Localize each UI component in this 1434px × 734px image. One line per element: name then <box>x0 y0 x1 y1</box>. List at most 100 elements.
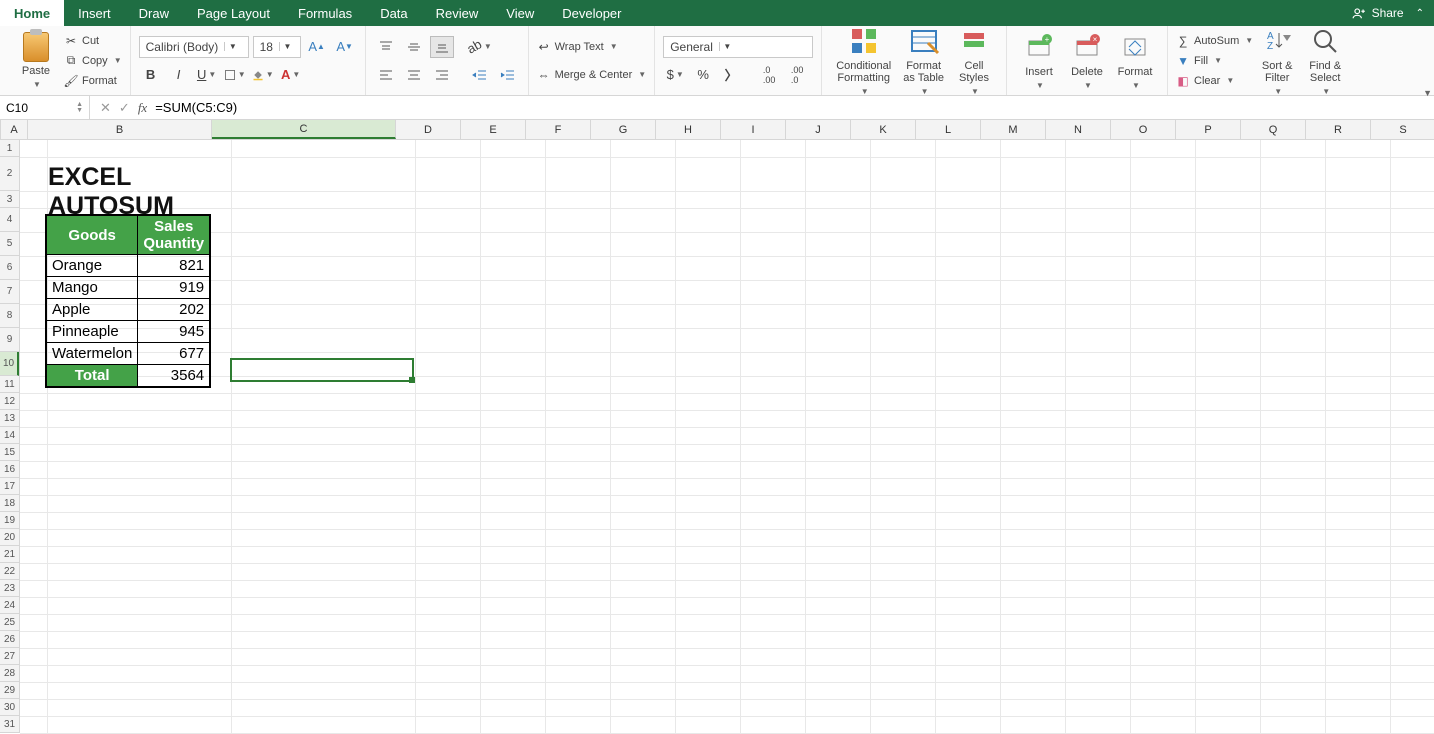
row-header-31[interactable]: 31 <box>0 716 19 733</box>
formula-input[interactable]: =SUM(C5:C9) <box>155 100 237 115</box>
sort-filter-button[interactable]: AZ Sort & Filter▼ <box>1253 23 1301 98</box>
col-header-R[interactable]: R <box>1306 120 1371 139</box>
tab-formulas[interactable]: Formulas <box>284 0 366 26</box>
wrap-text-button[interactable]: ↩Wrap Text▼ <box>537 38 647 56</box>
find-select-button[interactable]: Find & Select▼ <box>1301 23 1349 98</box>
col-header-O[interactable]: O <box>1111 120 1176 139</box>
row-header-17[interactable]: 17 <box>0 478 19 495</box>
row-header-29[interactable]: 29 <box>0 682 19 699</box>
format-painter-button[interactable]: 🖌Format <box>64 72 122 90</box>
autosum-button[interactable]: ∑AutoSum▼ <box>1176 32 1253 50</box>
row-header-26[interactable]: 26 <box>0 631 19 648</box>
merge-center-button[interactable]: ⇔Merge & Center▼ <box>537 66 647 84</box>
fill-button[interactable]: ▼Fill▼ <box>1176 52 1253 70</box>
col-header-I[interactable]: I <box>721 120 786 139</box>
goods-cell[interactable]: Pinneaple <box>46 321 138 343</box>
italic-button[interactable]: I <box>167 64 191 86</box>
row-header-9[interactable]: 9 <box>0 328 19 352</box>
align-bottom-button[interactable] <box>430 36 454 58</box>
cut-button[interactable]: ✂Cut <box>64 32 122 50</box>
tab-data[interactable]: Data <box>366 0 421 26</box>
row-header-8[interactable]: 8 <box>0 304 19 328</box>
tab-draw[interactable]: Draw <box>125 0 183 26</box>
qty-cell[interactable]: 202 <box>138 299 210 321</box>
row-header-6[interactable]: 6 <box>0 256 19 280</box>
row-header-5[interactable]: 5 <box>0 232 19 256</box>
row-header-1[interactable]: 1 <box>0 140 19 157</box>
cells-area[interactable]: EXCEL AUTOSUM Goods Sales Quantity Orang… <box>20 140 1434 733</box>
decrease-indent-button[interactable] <box>468 64 492 86</box>
row-header-27[interactable]: 27 <box>0 648 19 665</box>
col-header-H[interactable]: H <box>656 120 721 139</box>
number-format-combo[interactable]: General▼ <box>663 36 813 58</box>
col-header-G[interactable]: G <box>591 120 656 139</box>
format-cells-button[interactable]: Format▼ <box>1111 29 1159 92</box>
row-header-15[interactable]: 15 <box>0 444 19 461</box>
col-header-N[interactable]: N <box>1046 120 1111 139</box>
orientation-button[interactable]: ab▼ <box>468 36 492 58</box>
col-header-B[interactable]: B <box>28 120 212 139</box>
increase-font-button[interactable]: A▲ <box>305 36 329 58</box>
row-header-20[interactable]: 20 <box>0 529 19 546</box>
row-header-25[interactable]: 25 <box>0 614 19 631</box>
row-header-21[interactable]: 21 <box>0 546 19 563</box>
row-header-14[interactable]: 14 <box>0 427 19 444</box>
col-header-C[interactable]: C <box>212 120 396 139</box>
fill-color-button[interactable]: ▼ <box>251 64 275 86</box>
row-header-30[interactable]: 30 <box>0 699 19 716</box>
row-header-18[interactable]: 18 <box>0 495 19 512</box>
align-right-button[interactable] <box>430 64 454 86</box>
align-left-button[interactable] <box>374 64 398 86</box>
row-header-12[interactable]: 12 <box>0 393 19 410</box>
row-header-4[interactable]: 4 <box>0 208 19 232</box>
row-header-19[interactable]: 19 <box>0 512 19 529</box>
currency-button[interactable]: $▼ <box>663 64 687 86</box>
row-header-10[interactable]: 10 <box>0 352 19 376</box>
font-name-combo[interactable]: Calibri (Body)▼ <box>139 36 249 58</box>
tab-home[interactable]: Home <box>0 0 64 26</box>
format-as-table-button[interactable]: Format as Table▼ <box>897 23 950 98</box>
col-header-P[interactable]: P <box>1176 120 1241 139</box>
align-middle-button[interactable] <box>402 36 426 58</box>
increase-decimal-button[interactable]: .0.00 <box>757 64 781 86</box>
row-header-24[interactable]: 24 <box>0 597 19 614</box>
row-header-7[interactable]: 7 <box>0 280 19 304</box>
col-header-S[interactable]: S <box>1371 120 1434 139</box>
conditional-formatting-button[interactable]: Conditional Formatting▼ <box>830 23 897 98</box>
share-button[interactable]: Share ⌃ <box>1352 0 1424 26</box>
paste-button[interactable]: Paste ▼ <box>12 30 60 91</box>
decrease-font-button[interactable]: A▼ <box>333 36 357 58</box>
qty-cell[interactable]: 919 <box>138 277 210 299</box>
col-header-D[interactable]: D <box>396 120 461 139</box>
collapse-ribbon-icon[interactable]: ⌃ <box>1416 8 1424 19</box>
borders-button[interactable]: ▼ <box>223 64 247 86</box>
tab-view[interactable]: View <box>492 0 548 26</box>
insert-button[interactable]: + Insert▼ <box>1015 29 1063 92</box>
row-header-28[interactable]: 28 <box>0 665 19 682</box>
qty-cell[interactable]: 945 <box>138 321 210 343</box>
comma-button[interactable]: 〉 <box>719 64 743 86</box>
font-size-combo[interactable]: 18▼ <box>253 36 301 58</box>
name-box-stepper[interactable]: ▲▼ <box>76 102 83 114</box>
row-header-22[interactable]: 22 <box>0 563 19 580</box>
font-color-button[interactable]: A▼ <box>279 64 303 86</box>
row-header-23[interactable]: 23 <box>0 580 19 597</box>
copy-button[interactable]: ⧉Copy▼ <box>64 52 122 70</box>
tab-insert[interactable]: Insert <box>64 0 125 26</box>
goods-cell[interactable]: Watermelon <box>46 343 138 365</box>
qty-cell[interactable]: 677 <box>138 343 210 365</box>
qty-cell[interactable]: 821 <box>138 255 210 277</box>
cancel-formula-button[interactable]: ✕ <box>100 100 111 116</box>
row-header-16[interactable]: 16 <box>0 461 19 478</box>
fx-button[interactable]: fx <box>138 100 147 116</box>
goods-cell[interactable]: Apple <box>46 299 138 321</box>
tab-developer[interactable]: Developer <box>548 0 635 26</box>
row-header-11[interactable]: 11 <box>0 376 19 393</box>
align-top-button[interactable] <box>374 36 398 58</box>
col-header-F[interactable]: F <box>526 120 591 139</box>
goods-cell[interactable]: Orange <box>46 255 138 277</box>
row-header-3[interactable]: 3 <box>0 191 19 208</box>
col-header-L[interactable]: L <box>916 120 981 139</box>
clear-button[interactable]: ◧Clear▼ <box>1176 72 1253 90</box>
bold-button[interactable]: B <box>139 64 163 86</box>
